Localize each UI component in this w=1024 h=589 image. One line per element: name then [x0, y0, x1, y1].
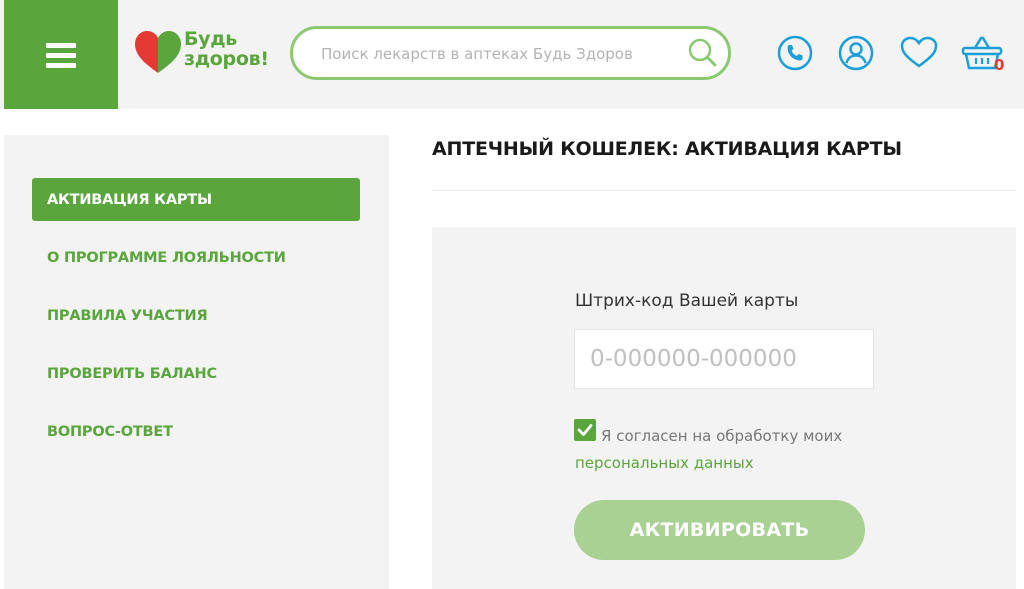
search-input[interactable] [321, 41, 681, 67]
heart-icon[interactable] [900, 34, 938, 72]
sidebar-item-faq[interactable]: ВОПРОС-ОТВЕТ [32, 410, 360, 453]
personal-data-link[interactable]: персональных данных [575, 450, 875, 477]
activate-button[interactable]: АКТИВИРОВАТЬ [574, 500, 865, 560]
barcode-label: Штрих-код Вашей карты [575, 291, 799, 311]
consent-text: Я согласен на обработку моих [601, 427, 843, 445]
sidebar-item-card-activation[interactable]: АКТИВАЦИЯ КАРТЫ [32, 178, 360, 221]
menu-button[interactable] [4, 0, 118, 109]
logo-heart-icon [135, 31, 181, 73]
logo-line-1: Будь [184, 28, 238, 50]
title-divider [432, 190, 1016, 191]
user-icon[interactable] [837, 34, 875, 72]
sidebar-item-loyalty-program[interactable]: О ПРОГРАММЕ ЛОЯЛЬНОСТИ [32, 236, 360, 279]
sidebar-item-rules[interactable]: ПРАВИЛА УЧАСТИЯ [32, 294, 360, 337]
sidebar-item-check-balance[interactable]: ПРОВЕРИТЬ БАЛАНС [32, 352, 360, 395]
logo-text: Будь здоров! [184, 29, 269, 69]
phone-icon[interactable] [776, 34, 814, 72]
barcode-input[interactable] [574, 329, 874, 389]
activation-form: Штрих-код Вашей карты Я согласен на обра… [432, 227, 1016, 589]
consent-text-block: Я согласен на обработку моих персональны… [575, 423, 875, 477]
search-icon[interactable] [686, 37, 718, 69]
sidebar: АКТИВАЦИЯ КАРТЫ О ПРОГРАММЕ ЛОЯЛЬНОСТИ П… [4, 135, 389, 589]
site-header: Будь здоров! 0 [0, 0, 1024, 109]
page-title: АПТЕЧНЫЙ КОШЕЛЕК: АКТИВАЦИЯ КАРТЫ [432, 138, 902, 160]
menu-icon [46, 42, 76, 68]
cart-count-badge: 0 [994, 56, 1005, 74]
logo-line-2: здоров! [184, 48, 269, 70]
site-logo[interactable]: Будь здоров! [134, 27, 274, 77]
search-bar [290, 26, 731, 80]
